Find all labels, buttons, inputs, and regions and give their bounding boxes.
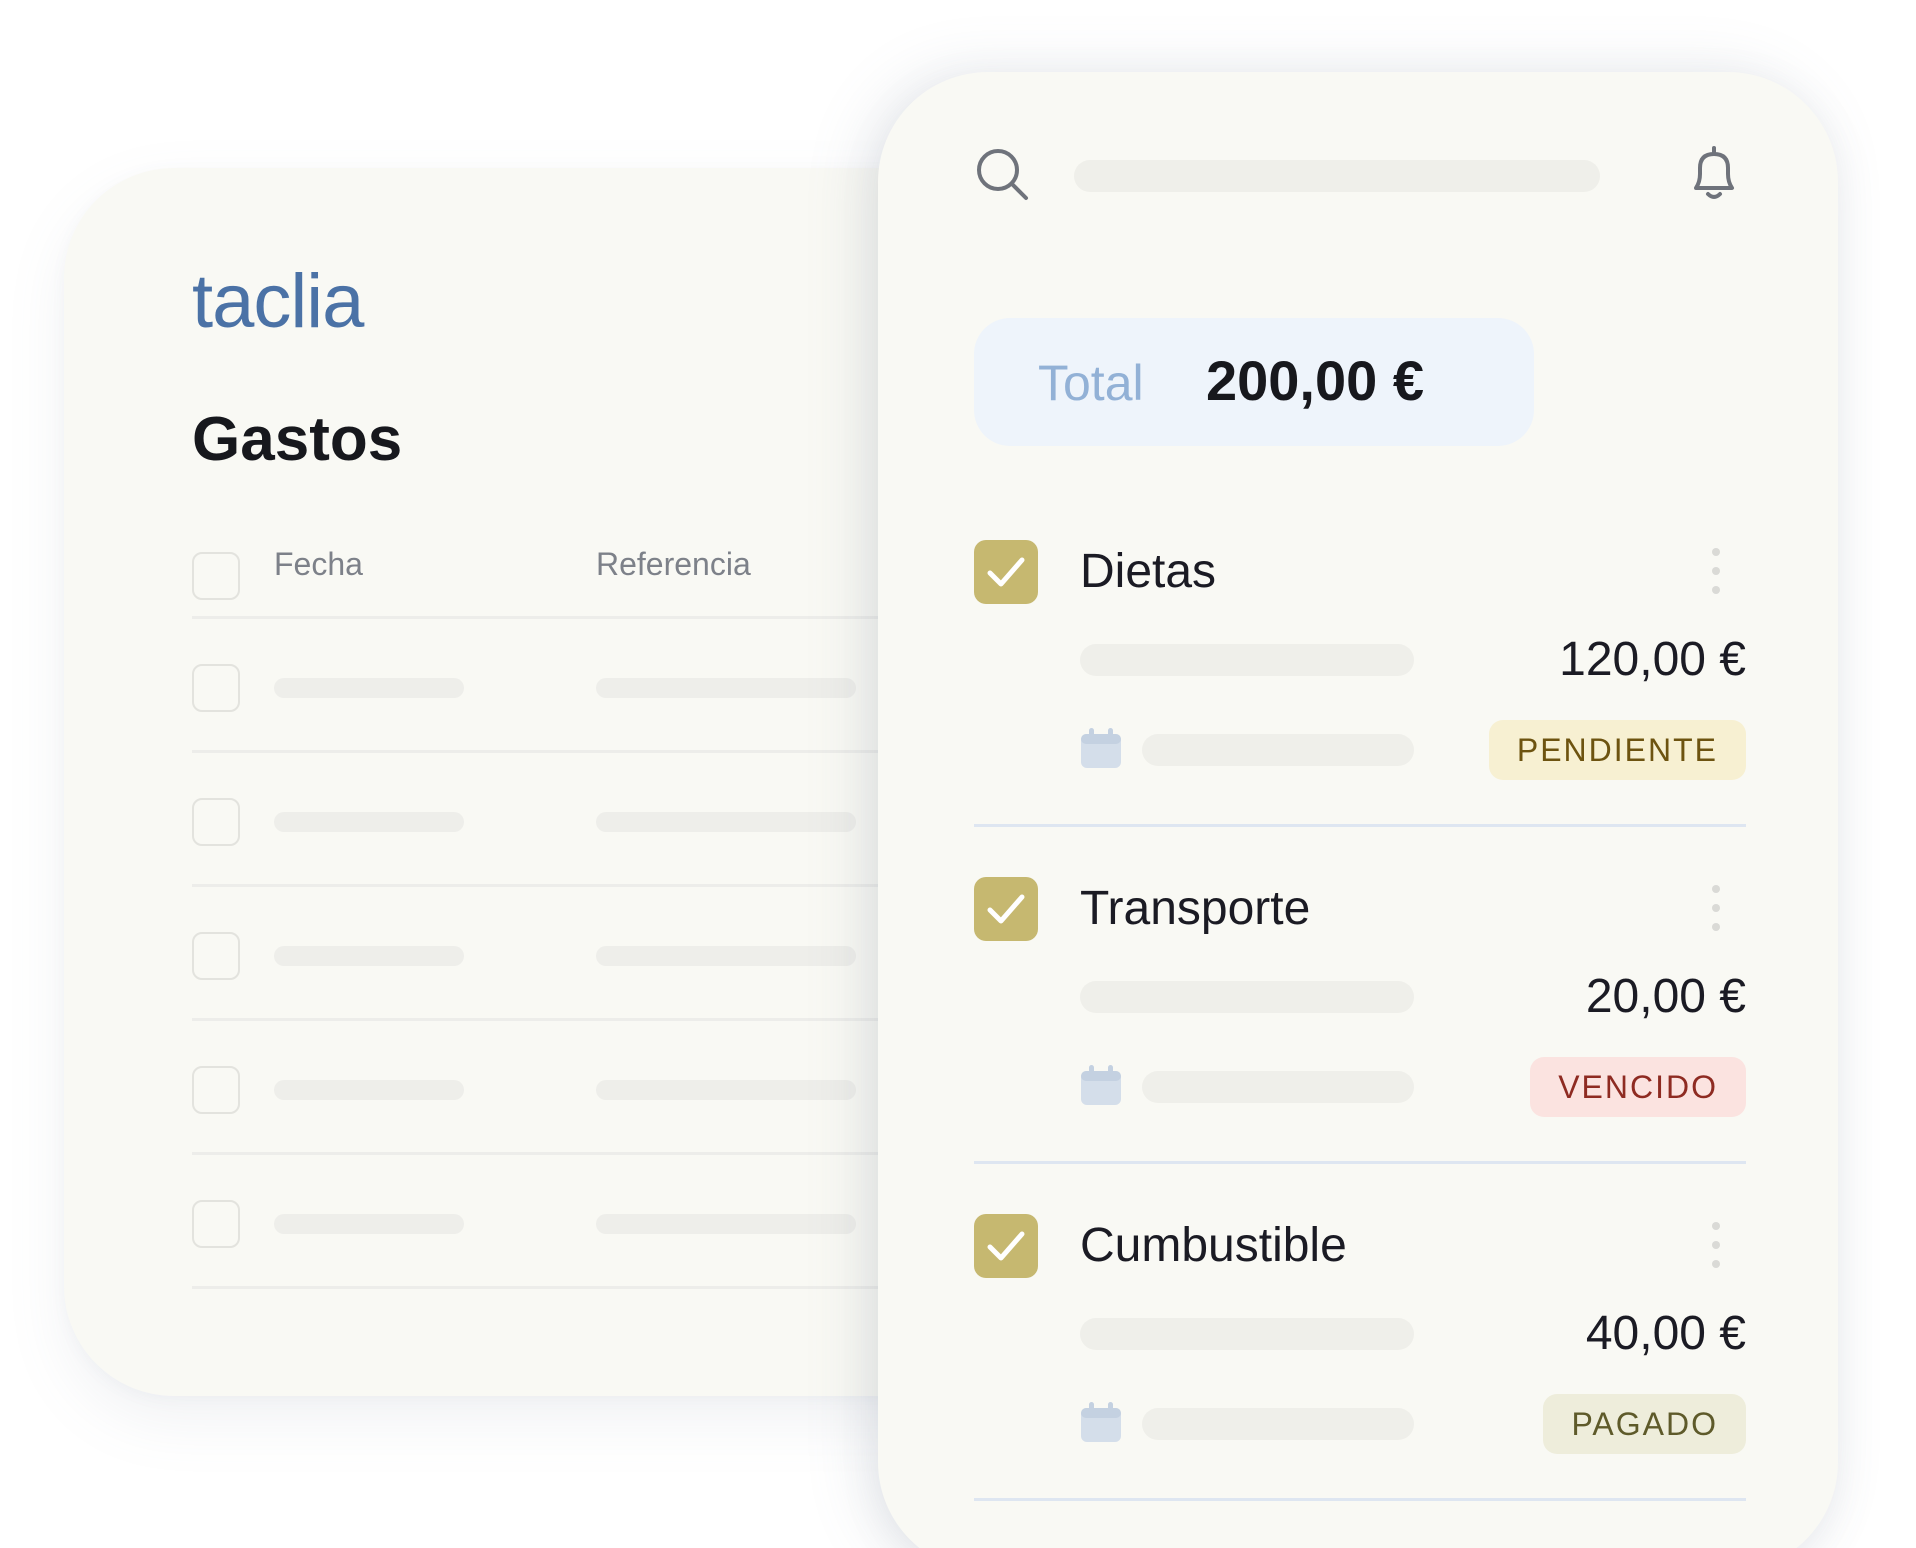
row-checkbox[interactable] — [192, 798, 240, 846]
expense-name: Transporte — [1080, 882, 1311, 935]
expense-name: Cumbustible — [1080, 1219, 1347, 1272]
reference-placeholder — [596, 1214, 856, 1234]
reference-placeholder — [596, 812, 856, 832]
row-checkbox[interactable] — [192, 1200, 240, 1248]
expense-amount: 20,00 € — [1585, 970, 1746, 1023]
more-options-icon[interactable] — [1710, 548, 1722, 594]
check-icon — [987, 557, 1025, 587]
total-value: 200,00 € — [1206, 349, 1424, 412]
expense-name: Dietas — [1080, 545, 1217, 598]
app-logo: taclia — [192, 259, 364, 344]
check-icon — [987, 1231, 1025, 1261]
description-placeholder — [1080, 1318, 1414, 1350]
column-header-fecha[interactable]: Fecha — [274, 546, 363, 583]
more-options-icon[interactable] — [1710, 1222, 1722, 1268]
description-placeholder — [1080, 644, 1414, 676]
description-placeholder — [1080, 981, 1414, 1013]
date-placeholder — [274, 1080, 464, 1100]
total-label: Total — [1038, 355, 1144, 411]
expense-divider — [974, 824, 1746, 827]
search-icon[interactable] — [974, 146, 1030, 207]
reference-placeholder — [596, 1080, 856, 1100]
expense-checkbox[interactable] — [974, 877, 1038, 941]
status-badge-pendiente: PENDIENTE — [1488, 720, 1746, 780]
date-placeholder — [1142, 1408, 1414, 1440]
date-placeholder — [1142, 1071, 1414, 1103]
select-all-checkbox[interactable] — [192, 552, 240, 600]
row-checkbox[interactable] — [192, 1066, 240, 1114]
expense-item-cumbustible[interactable]: Cumbustible 40,00 € PAGADO — [974, 1214, 1746, 1548]
expense-amount: 40,00 € — [1585, 1307, 1746, 1360]
calendar-icon — [1081, 1402, 1121, 1442]
expense-amount: 120,00 € — [1559, 633, 1746, 686]
page-title: Gastos — [192, 405, 403, 474]
expense-item-dietas[interactable]: Dietas 120,00 € PENDIENTE — [974, 540, 1746, 876]
expense-divider — [974, 1498, 1746, 1501]
bell-icon[interactable] — [1686, 144, 1742, 209]
stage: taclia Gastos Fecha Referencia Total 200… — [0, 0, 1916, 1548]
date-placeholder — [1142, 734, 1414, 766]
more-options-icon[interactable] — [1710, 885, 1722, 931]
row-checkbox[interactable] — [192, 664, 240, 712]
expense-divider — [974, 1161, 1746, 1164]
search-input[interactable] — [1074, 160, 1600, 192]
status-badge-pagado: PAGADO — [1543, 1394, 1746, 1454]
mobile-expenses-card: Total 200,00 € Dietas 120,00 € PENDIENTE… — [878, 72, 1838, 1548]
calendar-icon — [1081, 728, 1121, 768]
date-placeholder — [274, 812, 464, 832]
status-badge-vencido: VENCIDO — [1530, 1057, 1746, 1117]
row-checkbox[interactable] — [192, 932, 240, 980]
date-placeholder — [274, 678, 464, 698]
expense-checkbox[interactable] — [974, 1214, 1038, 1278]
check-icon — [987, 894, 1025, 924]
total-summary: Total 200,00 € — [974, 318, 1534, 446]
date-placeholder — [274, 946, 464, 966]
column-header-referencia[interactable]: Referencia — [596, 546, 751, 583]
reference-placeholder — [596, 678, 856, 698]
date-placeholder — [274, 1214, 464, 1234]
expense-item-transporte[interactable]: Transporte 20,00 € VENCIDO — [974, 877, 1746, 1213]
reference-placeholder — [596, 946, 856, 966]
calendar-icon — [1081, 1065, 1121, 1105]
expense-checkbox[interactable] — [974, 540, 1038, 604]
